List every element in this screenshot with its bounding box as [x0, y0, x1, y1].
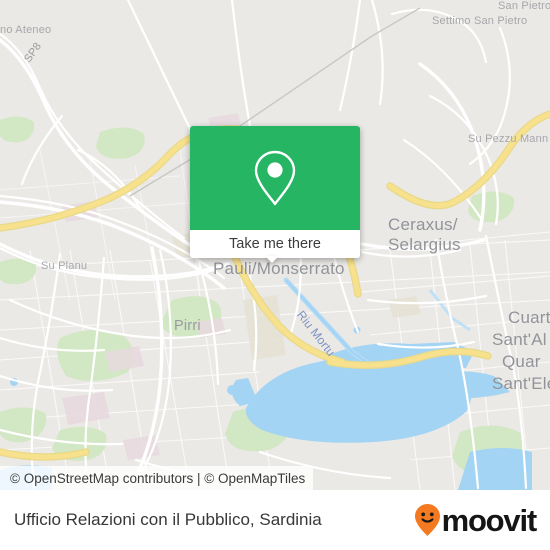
moovit-logo[interactable]: moovit: [414, 502, 538, 538]
page-title: Ufficio Relazioni con il Pubblico, Sardi…: [14, 510, 322, 529]
take-me-there-label: Take me there: [229, 236, 321, 252]
map-pin-icon: [254, 150, 296, 206]
map-attribution[interactable]: © OpenStreetMap contributors | © OpenMap…: [0, 466, 314, 490]
footer-bar: Ufficio Relazioni con il Pubblico, Sardi…: [0, 490, 550, 550]
moovit-wordmark: moovit: [441, 502, 538, 538]
attribution-text: © OpenStreetMap contributors | © OpenMap…: [10, 470, 306, 486]
place-card-tail: [265, 256, 279, 263]
take-me-there-button[interactable]: Take me there: [190, 230, 360, 258]
place-card-image: [190, 126, 360, 230]
place-card-popup[interactable]: Take me there: [190, 126, 360, 258]
moovit-smiley-pin-icon: [414, 504, 440, 536]
map-page: no Ateneo SP8 San Pietro Settimo San Pie…: [0, 0, 550, 550]
